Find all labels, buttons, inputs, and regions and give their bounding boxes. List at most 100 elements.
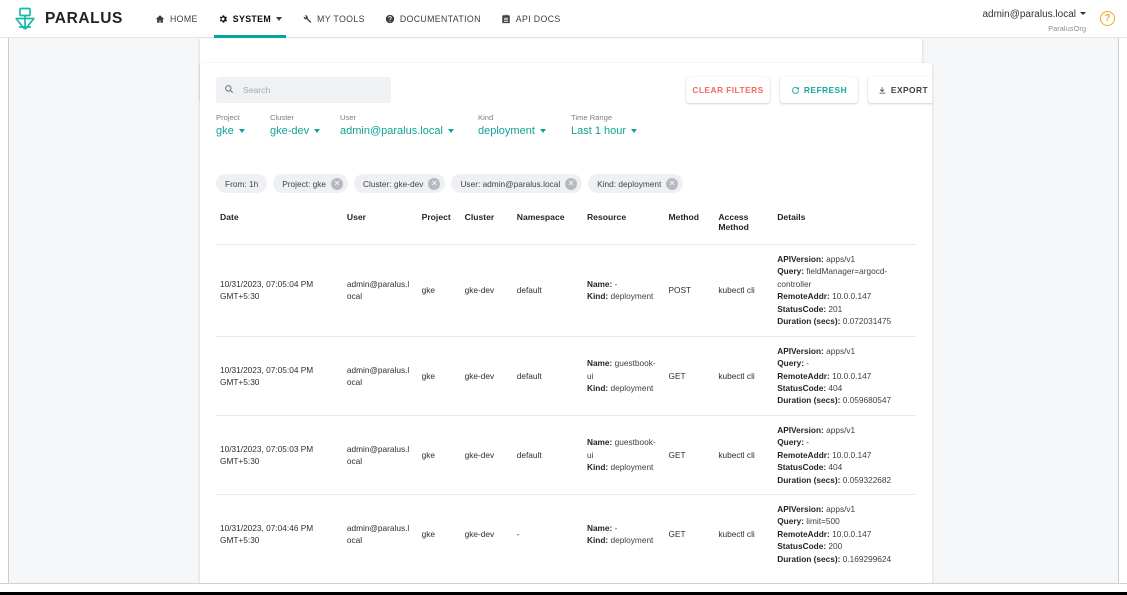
table-header: Date User Project Cluster Namespace Reso…: [216, 202, 916, 245]
filter-chip-project[interactable]: Project: gke ×: [273, 174, 349, 193]
table-row[interactable]: 10/31/2023, 07:05:03 PM GMT+5:30 admin@pa…: [216, 415, 916, 496]
chevron-down-icon: [238, 129, 245, 133]
filter-value[interactable]: admin@paralus.local: [340, 125, 454, 137]
cell-date: 10/31/2023, 07:05:03 PM GMT+5:30: [216, 415, 343, 496]
column-header-cluster[interactable]: Cluster: [460, 202, 513, 245]
cell-details: APIVersion: apps/v1 Query: limit=500 Remot…: [773, 495, 916, 574]
audit-logs-table-container[interactable]: Date User Project Cluster Namespace Reso…: [216, 202, 916, 582]
column-header-resource[interactable]: Resource: [582, 202, 665, 245]
cell-project: gke: [417, 415, 461, 496]
export-label: EXPORT: [890, 85, 929, 95]
filter-value[interactable]: gke: [216, 125, 245, 137]
detail-entry: Query: -: [777, 437, 810, 448]
cell-project: gke: [417, 244, 461, 337]
search-field[interactable]: [216, 77, 391, 103]
filter-project[interactable]: Project gke: [216, 113, 245, 137]
refresh-icon: [791, 86, 800, 95]
wrench-icon: [302, 14, 312, 24]
chip-label: From: 1h: [225, 178, 259, 189]
close-icon[interactable]: ×: [565, 177, 578, 190]
nav-label: MY TOOLS: [317, 13, 365, 24]
table-row[interactable]: 10/31/2023, 07:05:04 PM GMT+5:30 admin@pa…: [216, 336, 916, 416]
cell-cluster: gke-dev: [460, 244, 513, 337]
detail-entry: Duration (secs): 0.059680547: [777, 395, 892, 406]
clear-filters-button[interactable]: CLEAR FILTERS: [686, 77, 770, 103]
table-body: 10/31/2023, 07:05:04 PM GMT+5:30 admin@pa…: [216, 244, 916, 574]
column-header-method[interactable]: Method: [664, 202, 715, 245]
cell-user: admin@paralus.local: [342, 244, 418, 337]
cell-access-method: kubectl cli: [714, 244, 774, 337]
filter-time-range[interactable]: Time Range Last 1 hour: [571, 113, 638, 137]
cell-user: admin@paralus.local: [342, 336, 418, 416]
column-header-namespace[interactable]: Namespace: [512, 202, 583, 245]
help-icon[interactable]: ?: [1100, 11, 1115, 26]
filter-cluster[interactable]: Cluster gke-dev: [270, 113, 321, 137]
search-input[interactable]: [241, 84, 371, 96]
detail-entry: RemoteAddr: 10.0.0.147: [777, 449, 872, 460]
filter-chip-cluster[interactable]: Cluster: gke-dev ×: [354, 174, 446, 193]
audit-logs-card: CLEAR FILTERS REFRESH: [200, 63, 932, 583]
column-header-project[interactable]: Project: [417, 202, 461, 245]
refresh-button[interactable]: REFRESH: [780, 77, 858, 103]
toolbar: CLEAR FILTERS REFRESH: [216, 77, 932, 103]
cell-cluster: gke-dev: [460, 415, 513, 496]
filter-value-text: admin@paralus.local: [340, 125, 443, 137]
user-menu[interactable]: admin@paralus.local ParalusOrg: [982, 3, 1086, 33]
column-header-access-method[interactable]: Access Method: [714, 202, 774, 245]
filter-chip-user[interactable]: User: admin@paralus.local ×: [451, 174, 583, 193]
nav-item-home[interactable]: HOME: [145, 0, 208, 38]
filter-caption: Time Range: [571, 113, 613, 122]
cell-access-method: kubectl cli: [714, 415, 774, 496]
filter-bar: Project gke Cluster gke-dev User admin@p…: [216, 113, 916, 149]
chip-label: User: admin@paralus.local: [460, 178, 561, 189]
nav-item-system[interactable]: SYSTEM: [208, 0, 292, 38]
column-header-user[interactable]: User: [342, 202, 418, 245]
frame-left-edge: [0, 38, 9, 583]
cell-date: 10/31/2023, 07:04:46 PM GMT+5:30: [220, 523, 314, 546]
resource-kind: Kind: deployment: [586, 291, 654, 302]
detail-entry: StatusCode: 200: [777, 541, 843, 552]
chip-label: Kind: deployment: [597, 178, 662, 189]
paralus-logo-icon: [15, 7, 35, 29]
nav-label: API DOCS: [515, 13, 561, 24]
column-header-details[interactable]: Details: [773, 202, 916, 245]
export-button[interactable]: EXPORT: [868, 77, 932, 103]
detail-entry: Duration (secs): 0.169299624: [777, 553, 892, 564]
cell-date: 10/31/2023, 07:05:04 PM GMT+5:30: [216, 244, 343, 337]
cell-cluster: gke-dev: [464, 529, 495, 540]
filter-value[interactable]: Last 1 hour: [571, 125, 638, 137]
table-row[interactable]: 10/31/2023, 07:04:46 PM GMT+5:30 admin@pa…: [216, 495, 916, 574]
cell-project: gke: [421, 529, 435, 540]
cell-details: APIVersion: apps/v1 Query: - RemoteAddr: 1…: [773, 336, 916, 416]
nav-item-documentation[interactable]: DOCUMENTATION: [375, 0, 491, 38]
resource-name: Name: -: [586, 522, 618, 533]
cell-namespace: default: [512, 336, 583, 416]
nav-item-api-docs[interactable]: API DOCS: [491, 0, 571, 38]
column-header-date[interactable]: Date: [216, 202, 343, 245]
close-icon[interactable]: ×: [331, 177, 344, 190]
nav-item-my-tools[interactable]: MY TOOLS: [292, 0, 375, 38]
user-email-row: admin@paralus.local: [982, 3, 1086, 23]
close-icon[interactable]: ×: [428, 177, 441, 190]
brand-logo[interactable]: PARALUS: [12, 6, 123, 32]
table-row[interactable]: 10/31/2023, 07:05:04 PM GMT+5:30 admin@pa…: [216, 244, 916, 337]
close-icon[interactable]: ×: [666, 177, 679, 190]
gear-icon: [218, 14, 228, 24]
cell-details: APIVersion: apps/v1 Query: fieldManager=a…: [773, 244, 916, 337]
filter-kind[interactable]: Kind deployment: [478, 113, 546, 137]
filter-value[interactable]: gke-dev: [270, 125, 321, 137]
chevron-down-icon: [447, 129, 454, 133]
filter-chip-from[interactable]: From: 1h: [216, 174, 268, 193]
cell-namespace: -: [516, 529, 520, 540]
topbar-right-section: admin@paralus.local ParalusOrg ?: [982, 3, 1115, 33]
frame-right-edge: [1118, 38, 1127, 583]
resource-name: Name: -: [586, 278, 618, 289]
page-content: Commands API Logs: [10, 39, 1118, 583]
filter-value[interactable]: deployment: [478, 125, 546, 137]
detail-entry: StatusCode: 201: [777, 303, 843, 314]
filter-chip-kind[interactable]: Kind: deployment ×: [588, 174, 684, 193]
filter-user[interactable]: User admin@paralus.local: [340, 113, 454, 137]
cell-project: gke: [417, 336, 461, 416]
nav-label: DOCUMENTATION: [399, 13, 481, 24]
filter-caption: User: [340, 113, 357, 122]
